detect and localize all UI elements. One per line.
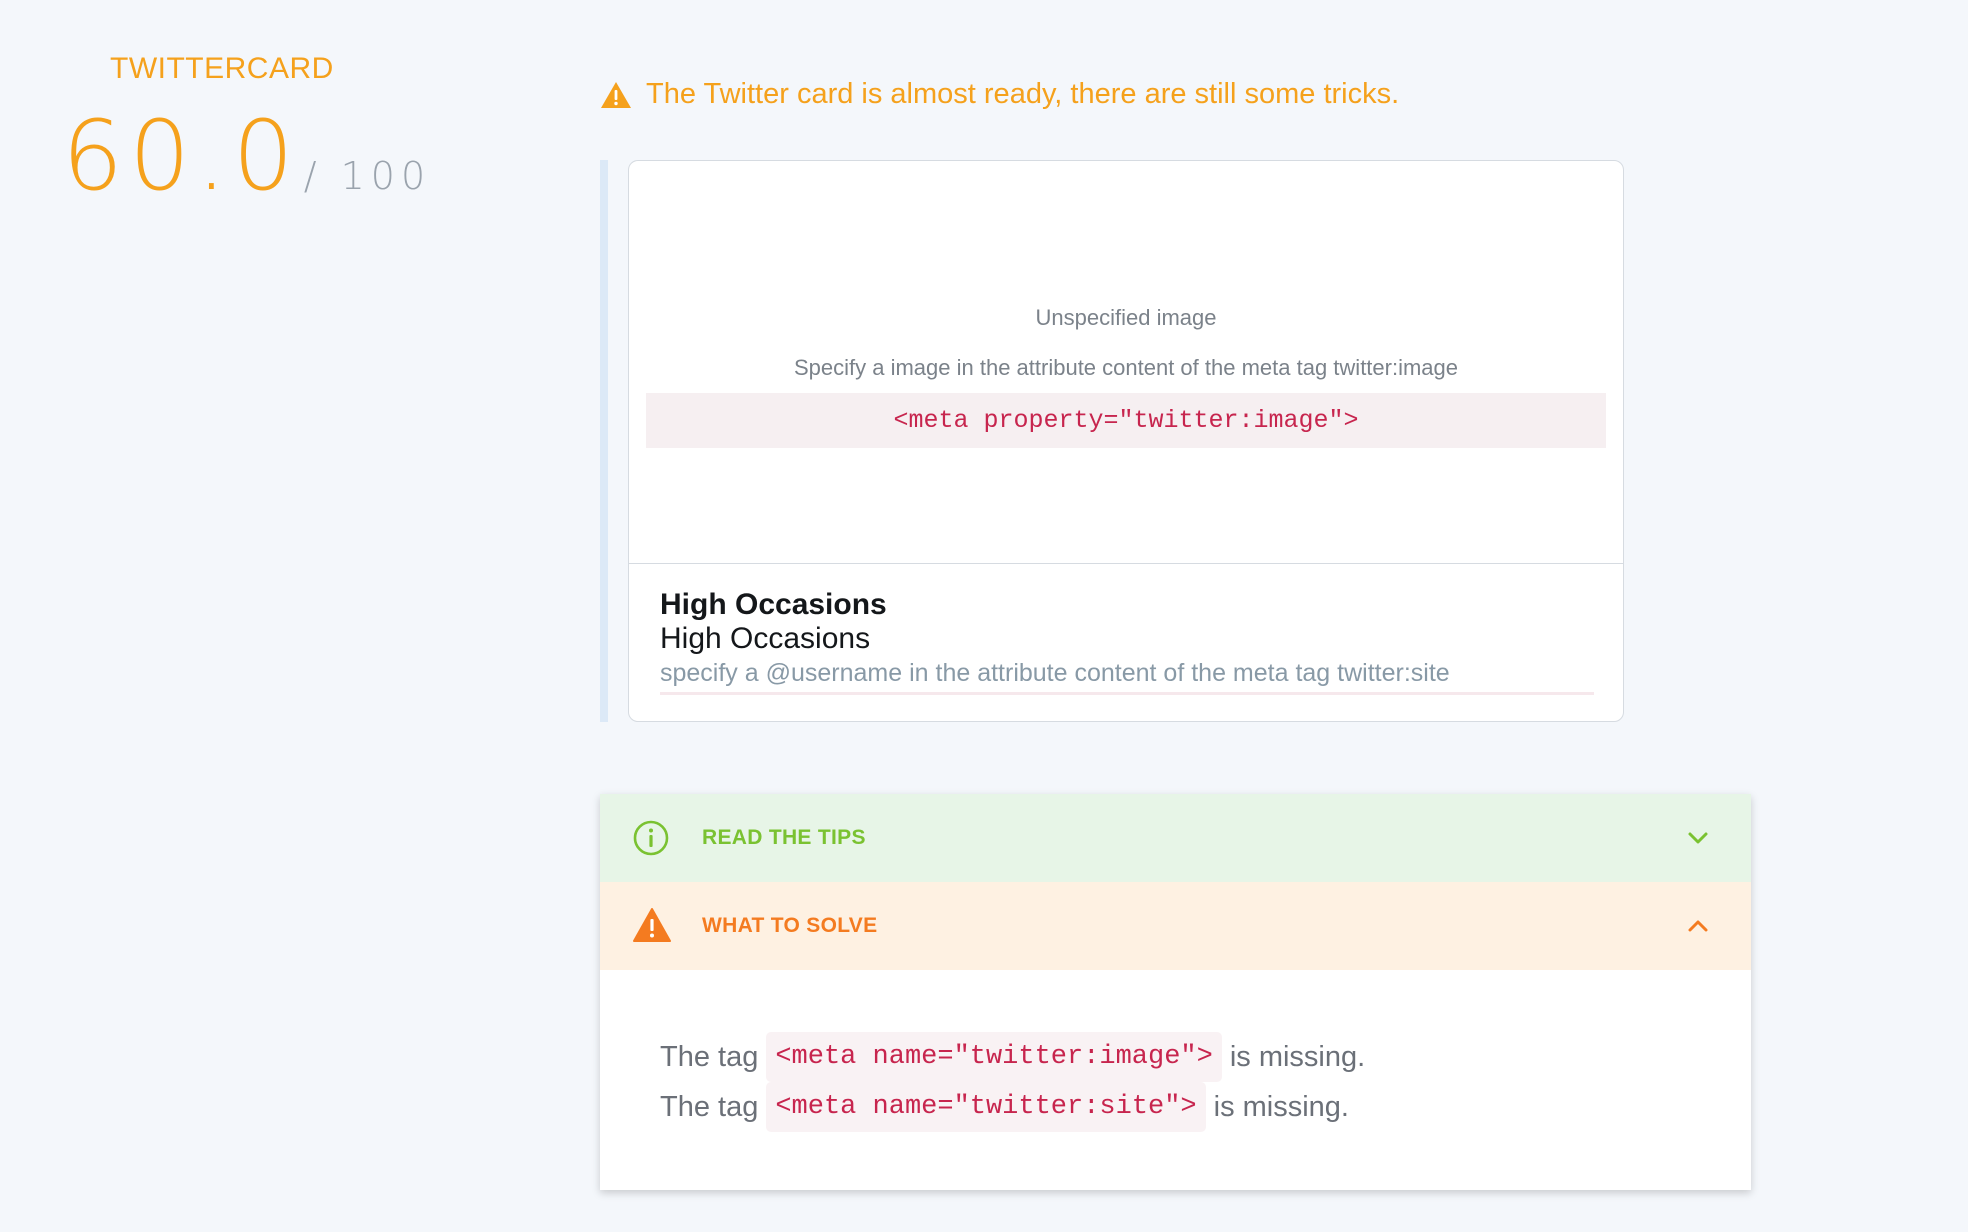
chevron-down-icon[interactable] (1685, 825, 1711, 851)
issue-suffix: is missing. (1229, 1041, 1366, 1073)
card-body: High Occasions High Occasions specify a … (629, 564, 1623, 695)
image-placeholder-hint: Specify a image in the attribute content… (793, 355, 1459, 380)
read-the-tips-header[interactable]: READ THE TIPS (600, 794, 1751, 882)
issue-code: <meta name="twitter:image"> (766, 1032, 1222, 1082)
info-circle-icon (632, 819, 670, 857)
score-value: 60.0 (62, 100, 300, 212)
card-title: High Occasions (660, 588, 887, 621)
card-site-hint: specify a @username in the attribute con… (660, 656, 1594, 695)
issue-prefix: The tag (660, 1091, 759, 1123)
twitter-card-preview: Unspecified image Specify a image in the… (628, 160, 1624, 722)
card-image-placeholder: Unspecified image Specify a image in the… (629, 161, 1623, 564)
issue-item: The tag <meta name="twitter:site"> is mi… (660, 1082, 1751, 1132)
preview-indicator-bar (600, 160, 608, 722)
what-to-solve-content: The tag <meta name="twitter:image"> is m… (600, 970, 1751, 1190)
issue-suffix: is missing. (1213, 1091, 1349, 1123)
score-max: / 100 (303, 154, 432, 198)
what-to-solve-title: WHAT TO SOLVE (702, 914, 878, 937)
issue-prefix: The tag (660, 1041, 759, 1073)
warning-triangle-icon (600, 81, 632, 109)
what-to-solve-header[interactable]: WHAT TO SOLVE (600, 882, 1751, 970)
issue-item: The tag <meta name="twitter:image"> is m… (660, 1032, 1751, 1082)
card-description: High Occasions (660, 622, 871, 655)
status-message: The Twitter card is almost ready, there … (600, 78, 1399, 111)
score-label: TWITTERCARD (110, 52, 334, 85)
image-placeholder-title: Unspecified image (1035, 305, 1217, 330)
status-message-text: The Twitter card is almost ready, there … (646, 78, 1400, 110)
warning-triangle-icon (632, 907, 671, 945)
image-meta-code: <meta property="twitter:image"> (646, 393, 1606, 448)
issue-code: <meta name="twitter:site"> (766, 1082, 1206, 1132)
read-the-tips-title: READ THE TIPS (702, 826, 866, 849)
accordion: READ THE TIPS WHAT TO SOLVE The tag <met… (600, 794, 1751, 1190)
chevron-up-icon[interactable] (1685, 913, 1711, 939)
score: 60.0/ 100 (62, 100, 431, 212)
